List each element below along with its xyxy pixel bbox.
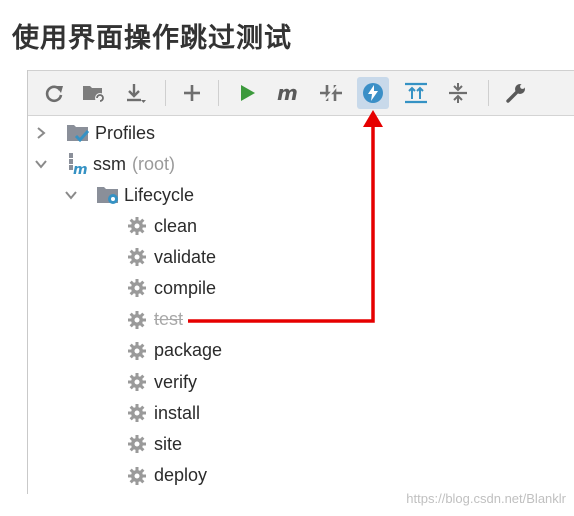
phase-label: clean <box>154 215 198 236</box>
project-suffix: (root) <box>132 153 176 174</box>
collapse-all-icon[interactable] <box>442 77 474 109</box>
phase-label: package <box>154 340 223 361</box>
chevron-down-icon[interactable] <box>64 188 78 202</box>
phase-label: compile <box>154 277 217 298</box>
settings-wrench-icon[interactable] <box>500 77 532 109</box>
lifecycle-phase-validate[interactable]: validate <box>127 243 216 271</box>
phase-label: deploy <box>154 465 208 486</box>
phase-label: install <box>154 402 201 423</box>
chevron-right-icon[interactable] <box>34 126 48 140</box>
maven-panel: m Profiles m ssm (root) Lifecycle clean … <box>27 70 574 494</box>
show-dependencies-icon[interactable] <box>400 77 432 109</box>
gear-icon <box>128 435 146 454</box>
phase-label: verify <box>154 371 198 392</box>
page-heading: 使用界面操作跳过测试 <box>12 23 292 54</box>
tree-node-profiles[interactable]: Profiles <box>34 119 155 147</box>
maven-project-icon: m <box>69 153 88 176</box>
lifecycle-phase-clean[interactable]: clean <box>127 212 197 240</box>
toolbar-separator <box>488 80 489 106</box>
toggle-offline-icon[interactable] <box>315 77 347 109</box>
lifecycle-phase-compile[interactable]: compile <box>127 274 216 302</box>
chevron-down-icon[interactable] <box>34 157 48 171</box>
phase-label: validate <box>154 246 217 267</box>
download-icon[interactable] <box>120 77 152 109</box>
lifecycle-phase-site[interactable]: site <box>127 430 182 458</box>
lifecycle-phase-package[interactable]: package <box>127 337 222 365</box>
gear-icon <box>128 404 146 423</box>
tree-node-lifecycle[interactable]: Lifecycle <box>64 181 194 209</box>
gear-icon <box>128 279 146 298</box>
svg-text:m: m <box>277 82 298 104</box>
lifecycle-phase-verify[interactable]: verify <box>127 368 197 396</box>
watermark: https://blog.csdn.net/Blanklr <box>406 491 566 506</box>
generate-sources-icon[interactable] <box>78 77 110 109</box>
lifecycle-label: Lifecycle <box>124 184 195 205</box>
profiles-label: Profiles <box>95 122 156 143</box>
project-label: ssm <box>93 153 126 174</box>
svg-text:m: m <box>73 162 88 176</box>
phase-label: test <box>154 309 184 330</box>
execute-goal-icon[interactable]: m <box>273 77 305 109</box>
add-icon[interactable] <box>176 77 208 109</box>
gear-icon <box>128 341 146 360</box>
run-icon[interactable] <box>231 77 263 109</box>
toolbar-separator <box>218 80 219 106</box>
tree-node-project[interactable]: m ssm (root) <box>34 150 175 178</box>
toolbar-separator <box>165 80 166 106</box>
gear-icon <box>128 373 146 391</box>
lifecycle-phase-test[interactable]: test <box>127 306 183 334</box>
lifecycle-phase-install[interactable]: install <box>127 399 200 427</box>
maven-toolbar: m <box>28 70 574 116</box>
reimport-icon[interactable] <box>38 77 70 109</box>
skip-tests-icon[interactable] <box>357 77 389 109</box>
lifecycle-phase-deploy[interactable]: deploy <box>127 462 207 490</box>
profiles-folder-icon <box>67 125 90 143</box>
gear-icon <box>128 248 146 267</box>
gear-icon <box>128 466 146 485</box>
phase-label: site <box>154 433 183 454</box>
gear-icon <box>128 310 146 329</box>
gear-icon <box>128 217 146 235</box>
lifecycle-folder-icon <box>97 187 118 204</box>
